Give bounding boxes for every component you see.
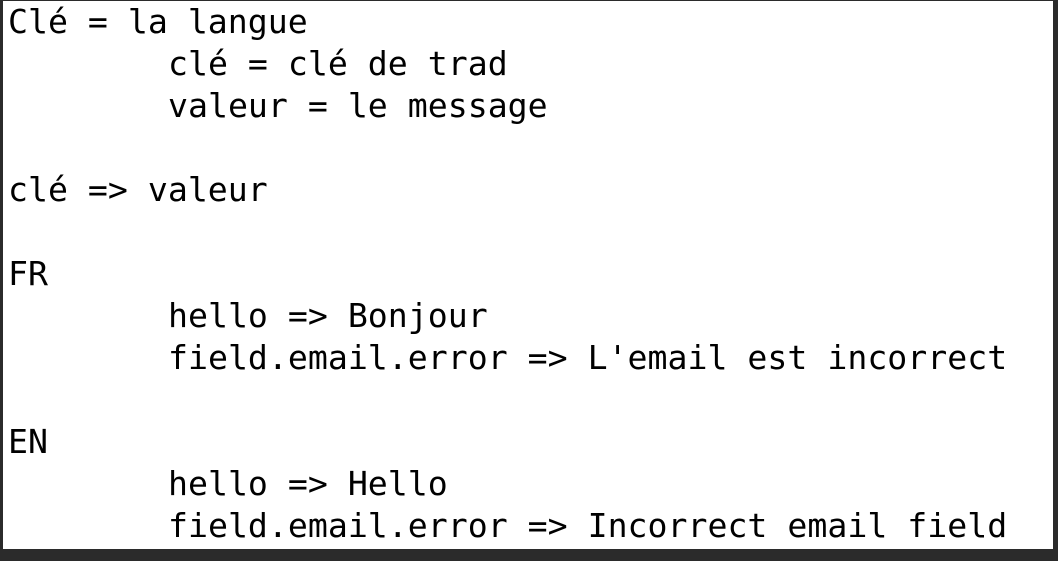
text-line: hello => Hello <box>168 464 448 503</box>
text-line: valeur = le message <box>168 86 548 125</box>
text-line: Clé = la langue <box>8 2 308 41</box>
document-text: Clé = la langue clé = clé de trad valeur… <box>8 1 1053 547</box>
text-line: hello => Bonjour <box>168 296 488 335</box>
text-line: field.email.error => Incorrect email fie… <box>168 506 1008 545</box>
text-line: clé = clé de trad <box>168 44 508 83</box>
text-line: clé => valeur <box>8 170 268 209</box>
document-frame: Clé = la langue clé = clé de trad valeur… <box>3 1 1053 549</box>
text-line: field.email.error => L'email est incorre… <box>168 338 1008 377</box>
section-label-fr: FR <box>8 254 48 293</box>
section-label-en: EN <box>8 422 48 461</box>
